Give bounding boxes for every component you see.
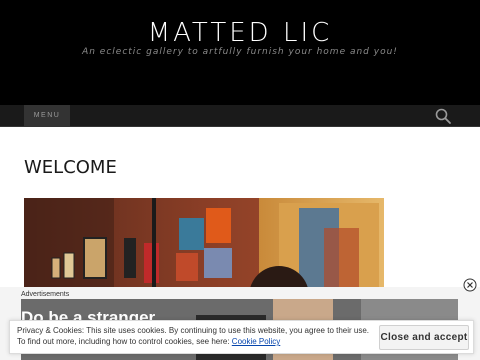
close-circle-icon[interactable] (463, 278, 477, 292)
cookie-line-2-prefix: To find out more, including how to contr… (17, 337, 232, 346)
cookie-policy-link[interactable]: Cookie Policy (232, 337, 280, 346)
close-and-accept-button[interactable]: Close and accept (379, 325, 469, 350)
cookie-text: Privacy & Cookies: This site uses cookie… (17, 325, 377, 347)
ad-label: Advertisements (21, 291, 70, 298)
nav-bar: MENU (0, 105, 480, 127)
site-title[interactable]: MATTED LIC (0, 18, 480, 48)
cookie-line-2: To find out more, including how to contr… (17, 336, 377, 347)
cookie-line-1: Privacy & Cookies: This site uses cookie… (17, 326, 370, 335)
search-icon[interactable] (434, 107, 452, 125)
cookie-banner: Privacy & Cookies: This site uses cookie… (9, 320, 474, 354)
menu-button[interactable]: MENU (24, 105, 70, 126)
page-title: WELCOME (24, 157, 117, 178)
gallery-interior-photo (24, 198, 384, 298)
site-header: MATTED LIC An eclectic gallery to artful… (0, 0, 480, 105)
site-description: An eclectic gallery to artfully furnish … (82, 47, 398, 57)
